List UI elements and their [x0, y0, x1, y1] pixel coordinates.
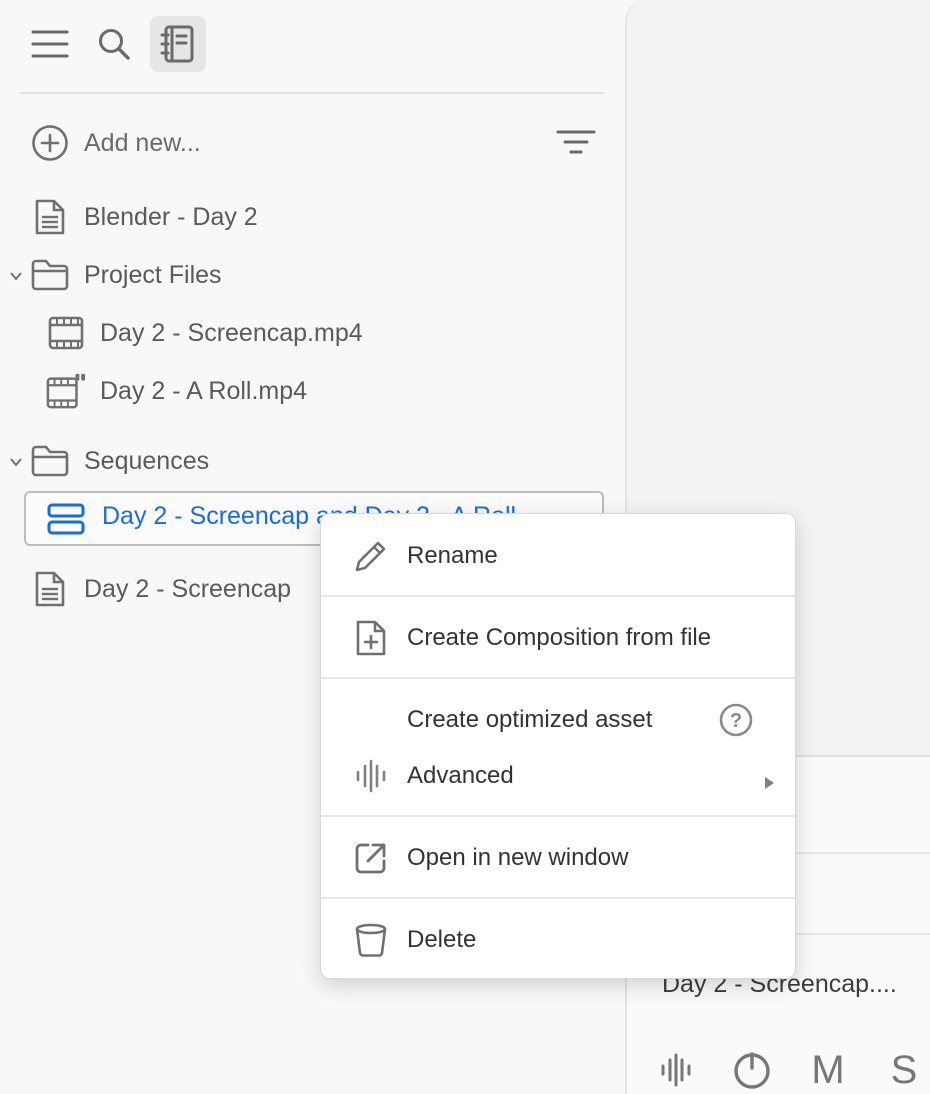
sidebar-item-a-roll-mp4[interactable]: Day 2 - A Roll.mp4: [46, 367, 307, 415]
menu-item-label: Rename: [407, 542, 498, 569]
add-new-button[interactable]: Add new...: [30, 119, 201, 167]
sidebar-item-label: Day 2 - A Roll.mp4: [100, 376, 308, 405]
chevron-down-icon[interactable]: [8, 454, 24, 470]
menu-item-delete[interactable]: Delete: [321, 912, 795, 968]
waveform-icon: [351, 756, 391, 796]
context-menu: Rename Create Composition from file Crea…: [320, 513, 796, 979]
sidebar-item-sequences[interactable]: Sequences: [30, 437, 209, 485]
menu-item-create-optimized-asset[interactable]: Create optimized asset ?: [321, 692, 795, 748]
sidebar-item-label: Day 2 - Screencap: [84, 574, 292, 603]
solo-button[interactable]: S: [884, 1048, 924, 1092]
menu-item-label: Open in new window: [407, 844, 629, 871]
menu-item-create-composition[interactable]: Create Composition from file: [321, 610, 795, 666]
power-icon[interactable]: [730, 1048, 774, 1092]
menu-item-label: Create optimized asset: [407, 706, 653, 733]
search-icon[interactable]: [86, 16, 142, 72]
plus-circle-icon: [30, 123, 70, 163]
sidebar-item-label: Blender - Day 2: [84, 202, 258, 231]
sidebar-item-label: Sequences: [84, 446, 210, 475]
sidebar-item-label: Day 2 - Screencap.mp4: [100, 318, 363, 347]
mute-button[interactable]: M: [806, 1048, 850, 1092]
menu-item-advanced[interactable]: Advanced: [321, 748, 795, 804]
waveform-icon[interactable]: [656, 1048, 696, 1092]
notebook-icon[interactable]: [150, 16, 206, 72]
menu-item-label: Create Composition from file: [407, 624, 712, 651]
menu-item-rename[interactable]: Rename: [321, 528, 795, 584]
film-transcript-icon: [46, 371, 86, 411]
help-icon[interactable]: ?: [719, 703, 753, 737]
menu-item-open-new-window[interactable]: Open in new window: [321, 830, 795, 886]
menu-separator: [321, 677, 795, 679]
document-icon: [30, 569, 70, 609]
sidebar-item-screencap-mp4[interactable]: Day 2 - Screencap.mp4: [46, 309, 363, 357]
film-icon: [46, 313, 86, 353]
menu-separator: [321, 595, 795, 597]
document-icon: [30, 197, 70, 237]
sidebar-divider: [20, 92, 604, 94]
sequence-icon: [46, 502, 86, 536]
pencil-icon: [351, 536, 391, 576]
add-new-label: Add new...: [84, 128, 201, 157]
sidebar-item-blender-day-2[interactable]: Blender - Day 2: [30, 193, 258, 241]
menu-item-label: Advanced: [407, 762, 514, 789]
sidebar-item-label: Project Files: [84, 260, 222, 289]
menu-separator: [321, 897, 795, 899]
menu-separator: [321, 815, 795, 817]
submenu-arrow-icon: [763, 769, 775, 789]
svg-text:?: ?: [730, 710, 742, 732]
sidebar-item-project-files[interactable]: Project Files: [30, 251, 222, 299]
trash-icon: [351, 920, 391, 960]
chevron-down-icon[interactable]: [8, 268, 24, 284]
hamburger-menu-icon[interactable]: [22, 16, 78, 72]
menu-item-label: Delete: [407, 926, 477, 953]
folder-icon: [30, 255, 70, 295]
sidebar-item-screencap[interactable]: Day 2 - Screencap: [30, 565, 291, 613]
external-link-icon: [351, 838, 391, 878]
add-file-icon: [351, 618, 391, 658]
folder-icon: [30, 441, 70, 481]
filter-icon[interactable]: [556, 128, 596, 158]
